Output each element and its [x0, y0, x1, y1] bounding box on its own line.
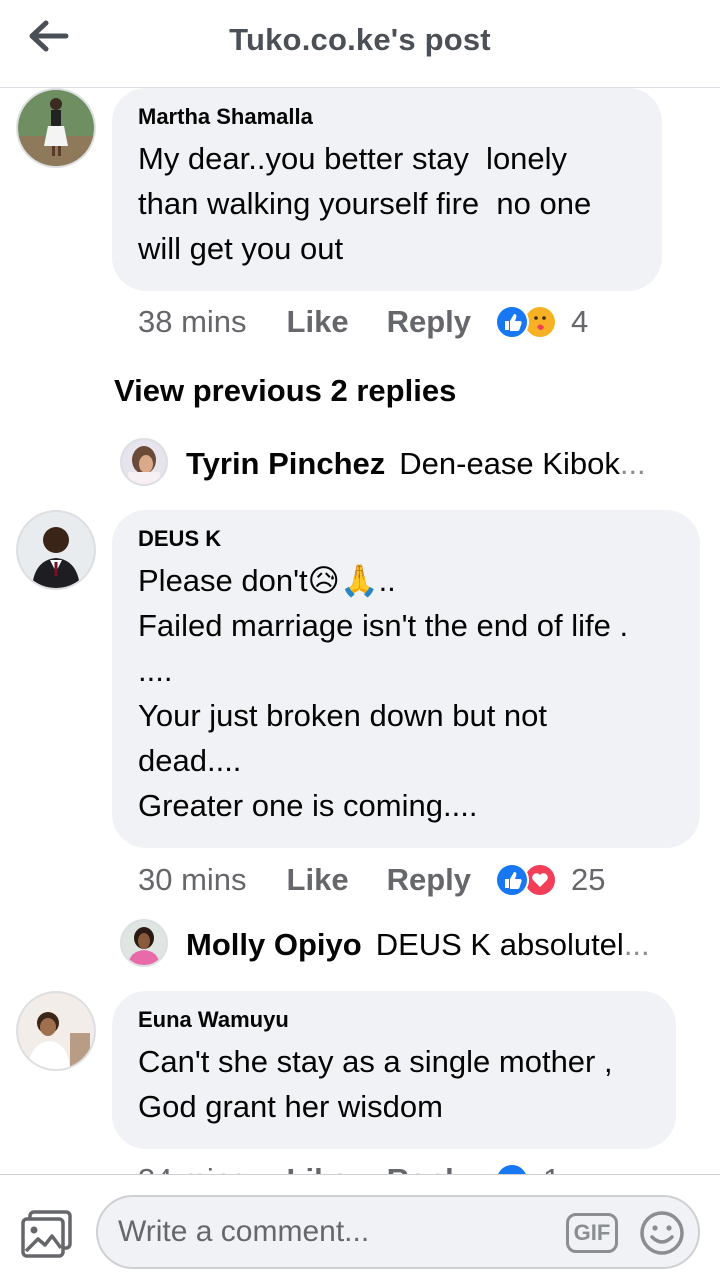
reaction-count[interactable]: 4	[571, 304, 588, 340]
comment-author[interactable]: DEUS K	[138, 526, 674, 552]
reply-preview[interactable]: Molly Opiyo DEUS K absolutel...	[186, 921, 650, 969]
reply-button[interactable]: Reply	[387, 1162, 471, 1174]
reply-snippet: DEUS K absolutel	[375, 927, 624, 962]
like-reaction-icon	[495, 305, 529, 339]
reply-author[interactable]: Tyrin Pinchez	[186, 446, 385, 482]
comment-actions: 34 mins Like Reply 1	[138, 1160, 560, 1174]
avatar[interactable]	[120, 919, 168, 967]
comment-author[interactable]: Martha Shamalla	[138, 104, 636, 130]
avatar[interactable]	[16, 88, 96, 168]
comment-text: Can't she stay as a single mother , God …	[138, 1044, 613, 1124]
photo-icon[interactable]	[20, 1209, 74, 1259]
reaction-icons[interactable]	[495, 305, 557, 339]
reply-ellipsis: ...	[623, 927, 650, 962]
comment-bubble[interactable]: Euna Wamuyu Can't she stay as a single m…	[112, 991, 676, 1149]
reply-ellipsis: ...	[619, 446, 646, 481]
avatar[interactable]	[120, 438, 168, 486]
comment-placeholder: Write a comment...	[118, 1215, 370, 1248]
comment-text: Please don't😥🙏.. Failed marriage isn't t…	[138, 563, 629, 823]
comment-bubble[interactable]: Martha Shamalla My dear..you better stay…	[112, 88, 662, 291]
gif-button[interactable]: GIF	[566, 1213, 618, 1253]
comment-input[interactable]: Write a comment... GIF	[96, 1195, 700, 1269]
reaction-count[interactable]: 25	[571, 862, 605, 898]
comment-actions: 38 mins Like Reply 4	[138, 302, 588, 342]
like-button[interactable]: Like	[287, 304, 349, 340]
reply-snippet: Den-ease Kibok	[399, 446, 620, 481]
like-reaction-icon	[495, 863, 529, 897]
comment-time[interactable]: 30 mins	[138, 862, 247, 898]
top-bar: Tuko.co.ke's post	[0, 0, 720, 88]
reaction-icons[interactable]	[495, 863, 557, 897]
reply-author[interactable]: Molly Opiyo	[186, 927, 362, 963]
emoji-icon[interactable]	[638, 1209, 686, 1257]
avatar[interactable]	[16, 510, 96, 590]
comment-feed: Martha Shamalla My dear..you better stay…	[0, 88, 720, 1174]
comment-text: My dear..you better stay lonely than wal…	[138, 141, 592, 266]
comment-time[interactable]: 34 mins	[138, 1162, 247, 1174]
reply-button[interactable]: Reply	[387, 862, 471, 898]
page-title: Tuko.co.ke's post	[229, 22, 491, 57]
comment-author[interactable]: Euna Wamuyu	[138, 1007, 650, 1033]
reaction-count[interactable]: 1	[543, 1162, 560, 1174]
reaction-icons[interactable]	[495, 1163, 529, 1174]
like-button[interactable]: Like	[287, 1162, 349, 1174]
reply-preview[interactable]: Tyrin Pinchez Den-ease Kibok...	[186, 440, 646, 488]
reply-button[interactable]: Reply	[387, 304, 471, 340]
view-previous-replies-link[interactable]: View previous 2 replies	[114, 373, 456, 409]
avatar[interactable]	[16, 991, 96, 1071]
like-button[interactable]: Like	[287, 862, 349, 898]
comment-bubble[interactable]: DEUS K Please don't😥🙏.. Failed marriage …	[112, 510, 700, 848]
comment-time[interactable]: 38 mins	[138, 304, 247, 340]
comment-actions: 30 mins Like Reply 25	[138, 860, 605, 900]
like-reaction-icon	[495, 1163, 529, 1174]
comment-composer: Write a comment... GIF	[0, 1174, 720, 1283]
